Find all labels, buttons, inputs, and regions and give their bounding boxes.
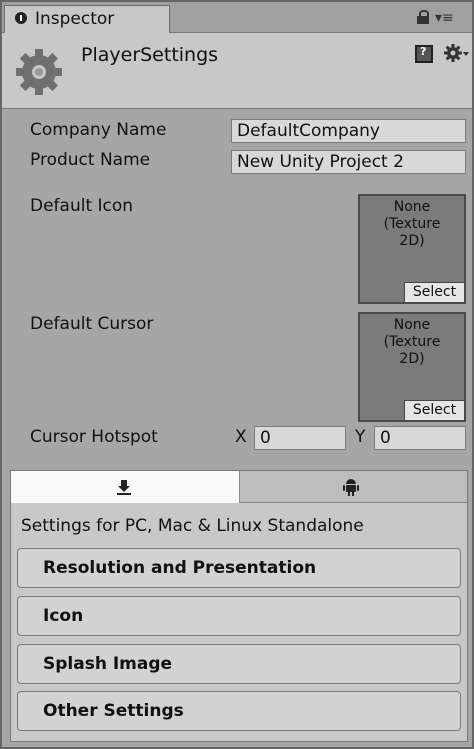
- tab-inspector[interactable]: Inspector: [4, 5, 170, 33]
- default-icon-object-field[interactable]: None (Texture 2D) Select: [358, 194, 466, 304]
- android-icon: [343, 479, 359, 496]
- product-name-label: Product Name: [30, 150, 151, 170]
- default-cursor-label: Default Cursor: [30, 314, 154, 334]
- default-icon-value: None (Texture 2D): [383, 199, 441, 249]
- section-splash-image[interactable]: Splash Image: [17, 644, 461, 684]
- download-icon: [117, 480, 131, 495]
- section-icon[interactable]: Icon: [17, 596, 461, 636]
- hotspot-x-field[interactable]: 0: [254, 426, 346, 450]
- company-name-label: Company Name: [30, 120, 167, 140]
- product-name-field[interactable]: New Unity Project 2: [231, 150, 466, 174]
- inspector-window: Inspector ▾≡ PlayerSettings ? Company Na…: [0, 0, 474, 749]
- tab-android[interactable]: [240, 471, 467, 503]
- info-icon: [15, 12, 27, 24]
- default-icon-select-button[interactable]: Select: [404, 282, 464, 302]
- default-cursor-object-field[interactable]: None (Texture 2D) Select: [358, 312, 466, 422]
- default-cursor-value: None (Texture 2D): [383, 317, 441, 367]
- hotspot-x-label: X: [235, 427, 247, 447]
- hotspot-y-label: Y: [355, 427, 366, 447]
- tab-bar: Inspector ▾≡: [2, 2, 472, 33]
- tab-standalone[interactable]: [11, 471, 240, 503]
- platform-settings-panel: Settings for PC, Mac & Linux Standalone …: [10, 470, 468, 742]
- menu-icon[interactable]: ▾≡: [435, 11, 463, 25]
- section-other-settings[interactable]: Other Settings: [17, 691, 461, 731]
- tab-label: Inspector: [35, 9, 115, 29]
- section-label: Resolution and Presentation: [43, 558, 317, 578]
- section-label: Icon: [43, 606, 84, 626]
- inspector-header: PlayerSettings: [2, 33, 472, 109]
- company-name-field[interactable]: DefaultCompany: [231, 119, 466, 143]
- page-title: PlayerSettings: [81, 44, 219, 66]
- hotspot-y-field[interactable]: 0: [374, 426, 466, 450]
- platform-title: Settings for PC, Mac & Linux Standalone: [21, 516, 364, 536]
- gear-icon[interactable]: [444, 43, 470, 63]
- help-book-icon[interactable]: [415, 45, 433, 63]
- default-icon-label: Default Icon: [30, 196, 134, 216]
- default-cursor-select-button[interactable]: Select: [404, 400, 464, 420]
- section-resolution[interactable]: Resolution and Presentation: [17, 548, 461, 588]
- section-label: Other Settings: [43, 701, 184, 721]
- cursor-hotspot-label: Cursor Hotspot: [30, 427, 158, 447]
- section-label: Splash Image: [43, 654, 173, 674]
- settings-gear-icon: [16, 49, 62, 95]
- lock-icon[interactable]: [417, 10, 429, 24]
